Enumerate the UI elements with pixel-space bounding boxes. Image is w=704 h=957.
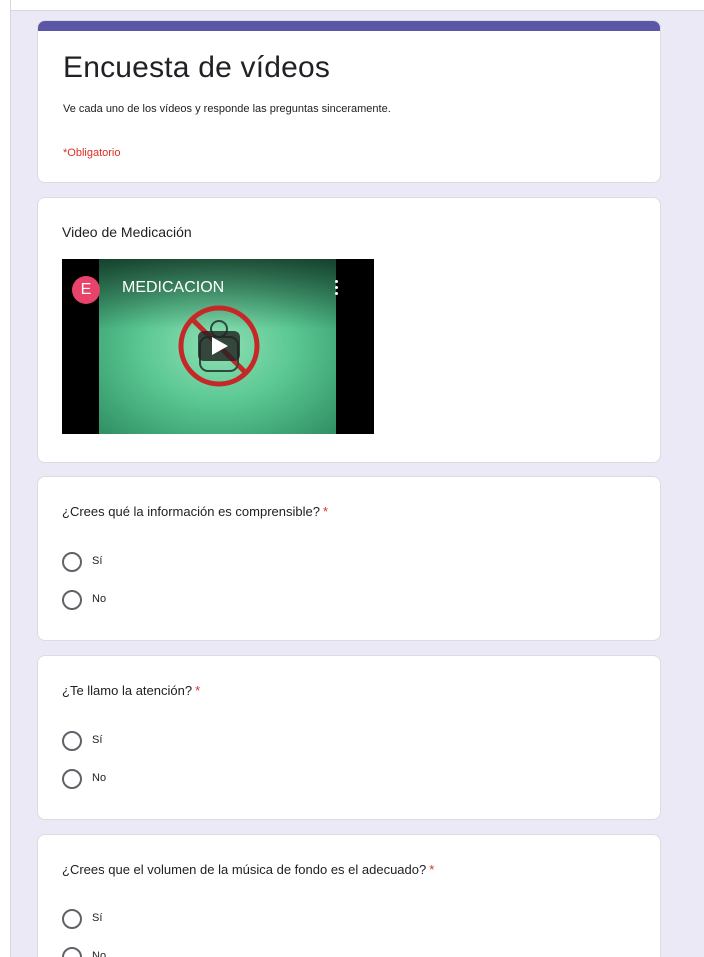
radio-button[interactable]	[62, 769, 82, 789]
form-title: Encuesta de vídeos	[63, 51, 331, 84]
option-label: Sí	[92, 912, 103, 924]
option-label: Sí	[92, 555, 103, 567]
question-card: ¿Te llamo la atención? * Sí No	[37, 655, 661, 820]
option-label: No	[92, 772, 107, 784]
question-text: ¿Crees que el volumen de la música de fo…	[62, 862, 434, 877]
form-header-card: Encuesta de vídeos Ve cada uno de los ví…	[37, 20, 661, 183]
required-asterisk: *	[322, 504, 329, 519]
question-label: ¿Crees que el volumen de la música de fo…	[62, 862, 427, 877]
required-asterisk: *	[429, 862, 435, 877]
video-section-title: Video de Medicación	[62, 224, 192, 240]
form-description: Ve cada uno de los vídeos y responde las…	[63, 103, 391, 115]
window-top-edge	[0, 0, 704, 11]
question-label: ¿Crees qué la información es comprensibl…	[62, 504, 320, 519]
required-note: *Obligatorio	[63, 147, 121, 159]
radio-button[interactable]	[62, 552, 82, 572]
video-player[interactable]: E MEDICACION	[62, 259, 374, 434]
required-asterisk: *	[195, 683, 201, 698]
option-label: Sí	[92, 734, 103, 746]
option-label: No	[92, 593, 107, 605]
question-text: ¿Te llamo la atención? *	[62, 683, 200, 698]
question-card: ¿Crees que el volumen de la música de fo…	[37, 834, 661, 957]
radio-button[interactable]	[62, 909, 82, 929]
video-title-overlay[interactable]: MEDICACION	[122, 279, 224, 297]
question-card: ¿Crees qué la información es comprensibl…	[37, 476, 661, 641]
play-icon[interactable]	[172, 299, 266, 393]
video-section-card: Video de Medicación E MEDICACION	[37, 197, 661, 463]
question-label: ¿Te llamo la atención?	[62, 683, 193, 698]
channel-avatar[interactable]: E	[72, 276, 100, 304]
radio-button[interactable]	[62, 947, 82, 957]
radio-button[interactable]	[62, 590, 82, 610]
more-vert-icon[interactable]	[330, 275, 344, 303]
option-label: No	[92, 950, 107, 957]
form-accent-bar	[38, 21, 660, 31]
question-text: ¿Crees qué la información es comprensibl…	[62, 504, 328, 519]
window-left-edge	[0, 0, 11, 957]
radio-button[interactable]	[62, 731, 82, 751]
